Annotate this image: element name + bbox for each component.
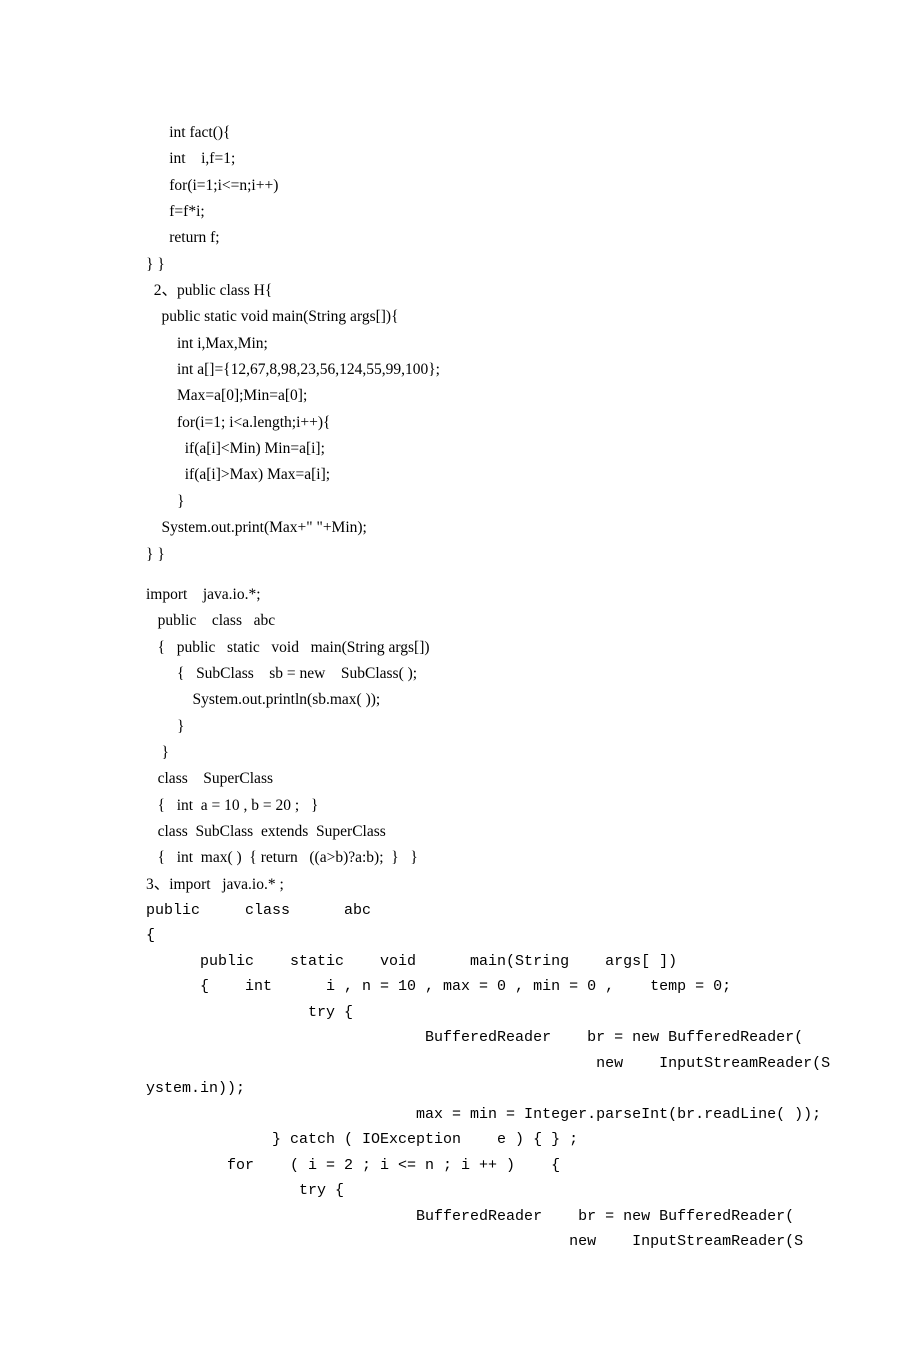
code-line: for(i=1; i<a.length;i++){: [146, 410, 820, 436]
code-line: { int max( ) { return ((a>b)?a:b); } }: [146, 845, 820, 871]
code-line: } }: [146, 252, 820, 278]
code-line: public static void main(String args[ ]): [146, 949, 820, 975]
code-line: class SuperClass: [146, 766, 820, 792]
code-line: new InputStreamReader(S: [146, 1051, 820, 1077]
code-line: f=f*i;: [146, 199, 820, 225]
code-line: new InputStreamReader(S: [146, 1229, 820, 1255]
code-line: { int a = 10 , b = 20 ; }: [146, 793, 820, 819]
code-line: int a[]={12,67,8,98,23,56,124,55,99,100}…: [146, 357, 820, 383]
code-line: for ( i = 2 ; i <= n ; i ++ ) {: [146, 1153, 820, 1179]
code-line: System.out.print(Max+" "+Min);: [146, 515, 820, 541]
code-line: [146, 568, 820, 582]
code-line: { int i , n = 10 , max = 0 , min = 0 , t…: [146, 974, 820, 1000]
code-line: ystem.in));: [146, 1076, 820, 1102]
code-line: public static void main(String args[]){: [146, 304, 820, 330]
code-line: if(a[i]<Min) Min=a[i];: [146, 436, 820, 462]
code-line: int fact(){: [146, 120, 820, 146]
code-line: int i,Max,Min;: [146, 331, 820, 357]
code-line: for(i=1;i<=n;i++): [146, 173, 820, 199]
code-line: int i,f=1;: [146, 146, 820, 172]
code-line: public class abc: [146, 898, 820, 924]
code-line: { SubClass sb = new SubClass( );: [146, 661, 820, 687]
code-line: try {: [146, 1000, 820, 1026]
code-document: int fact(){ int i,f=1; for(i=1;i<=n;i++)…: [146, 120, 820, 1255]
code-line: public class abc: [146, 608, 820, 634]
code-line: System.out.println(sb.max( ));: [146, 687, 820, 713]
code-line: 2、public class H{: [146, 278, 820, 304]
code-line: if(a[i]>Max) Max=a[i];: [146, 462, 820, 488]
code-line: }: [146, 714, 820, 740]
code-line: BufferedReader br = new BufferedReader(: [146, 1025, 820, 1051]
code-line: try {: [146, 1178, 820, 1204]
code-line: return f;: [146, 225, 820, 251]
code-line: {: [146, 923, 820, 949]
code-line: max = min = Integer.parseInt(br.readLine…: [146, 1102, 820, 1128]
code-line: Max=a[0];Min=a[0];: [146, 383, 820, 409]
code-line: } }: [146, 542, 820, 568]
code-line: }: [146, 489, 820, 515]
code-line: { public static void main(String args[]): [146, 635, 820, 661]
code-line: } catch ( IOException e ) { } ;: [146, 1127, 820, 1153]
code-line: class SubClass extends SuperClass: [146, 819, 820, 845]
code-line: 3、import java.io.* ;: [146, 872, 820, 898]
code-line: }: [146, 740, 820, 766]
code-line: BufferedReader br = new BufferedReader(: [146, 1204, 820, 1230]
code-line: import java.io.*;: [146, 582, 820, 608]
